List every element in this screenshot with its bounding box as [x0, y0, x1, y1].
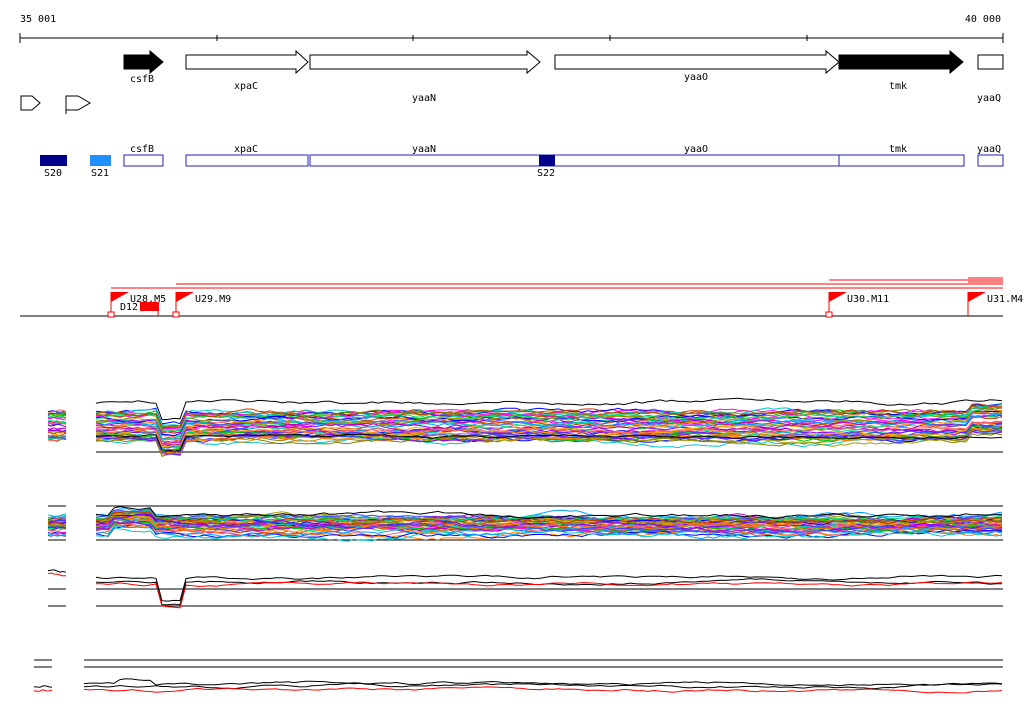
gene-label-tmk: tmk [889, 81, 907, 92]
ruler-end-label: 40 000 [965, 14, 1001, 25]
expression-panel-4 [33, 659, 1003, 694]
site-S21-box[interactable] [90, 155, 111, 166]
transcript-label-csfB: csfB [130, 144, 154, 155]
gene-label-yaaQ: yaaQ [977, 93, 1001, 104]
ruler-start-label: 35 001 [20, 14, 56, 25]
upshift-flag-U31[interactable]: U31.M4 [967, 292, 1023, 316]
upshift-flag-U29[interactable]: U29.M9 [172, 292, 231, 318]
transcript-csfB[interactable] [123, 154, 164, 167]
expression-profile-stub [33, 689, 53, 692]
flag-marker [107, 311, 115, 318]
transcript-label-xpaC: xpaC [234, 144, 258, 155]
gene-arrow-xpaC[interactable] [185, 49, 309, 75]
expression-profile-stub [47, 569, 67, 573]
shift-track: U28.M5 U29.M9 U30.M11 U31.M4 D12 [20, 277, 1023, 318]
expression-panel-2 [47, 505, 1003, 542]
gene-annotation-track: csfB xpaC yaaN yaaO tmk yaaQ [20, 49, 1004, 114]
flag-icon [176, 292, 194, 302]
gene-label-csfB: csfB [130, 74, 154, 85]
flag-icon [829, 292, 847, 302]
gene-arrow-yaaN[interactable] [309, 49, 541, 75]
genome-browser-canvas: 35 001 40 000 csfB xpaC yaaN yaaO tmk ya… [19, 14, 1023, 694]
gene-label-xpaC: xpaC [234, 81, 258, 92]
flag-marker [172, 311, 180, 318]
upshift-label: U31.M4 [987, 294, 1023, 305]
site-S21-label: S21 [91, 168, 109, 179]
gene-label-yaaN: yaaN [412, 93, 436, 104]
site-S22-box[interactable] [539, 155, 555, 166]
transcript-label-yaaQ: yaaQ [977, 144, 1001, 155]
flag-icon [111, 292, 129, 302]
expression-profile-stub [33, 685, 53, 688]
transcript-label-yaaO: yaaO [684, 144, 708, 155]
downshift-bar [140, 302, 159, 311]
coordinate-ruler: 35 001 40 000 [19, 14, 1004, 43]
transcript-label-yaaN: yaaN [412, 144, 436, 155]
genome-browser-view: 35 001 40 000 csfB xpaC yaaN yaaO tmk ya… [0, 0, 1024, 714]
site-S20-box[interactable] [40, 155, 67, 166]
gene-arrow-yaaQ[interactable] [977, 54, 1004, 70]
transcript-label-tmk: tmk [889, 144, 907, 155]
gene-arrow-tmk[interactable] [838, 49, 964, 75]
transcript-yaaO[interactable] [539, 154, 840, 167]
site-S22-label: S22 [537, 168, 555, 179]
gene-arrow-yaaO[interactable] [554, 49, 840, 75]
flag-icon [968, 292, 986, 302]
gene-label-yaaO: yaaO [684, 72, 708, 83]
promoter-icon [20, 95, 41, 111]
promoter-icon [65, 95, 91, 114]
transcript-yaaQ[interactable] [977, 154, 1004, 167]
expression-profile-line [95, 574, 1003, 602]
flag-marker [825, 311, 833, 318]
site-S20-label: S20 [44, 168, 62, 179]
expression-profile-line [95, 581, 1003, 609]
gene-arrow-csfB[interactable] [123, 49, 164, 75]
upshift-label: U30.M11 [847, 294, 889, 305]
expression-profile-line [95, 578, 1003, 606]
expression-profile-stub [47, 572, 67, 577]
transcript-tmk[interactable] [838, 154, 965, 167]
downshift-label: D12 [120, 302, 138, 313]
upshift-label: U29.M9 [195, 294, 231, 305]
transcript-yaaN[interactable] [309, 154, 541, 167]
transcript-xpaC[interactable] [185, 154, 309, 167]
expression-panel-3 [47, 569, 1003, 609]
upshift-flag-U30[interactable]: U30.M11 [825, 292, 889, 318]
transcript-track: S20 S21 csfB xpaC yaaN yaaO tmk yaaQ S22 [40, 144, 1004, 179]
expression-panel-1 [47, 397, 1003, 458]
